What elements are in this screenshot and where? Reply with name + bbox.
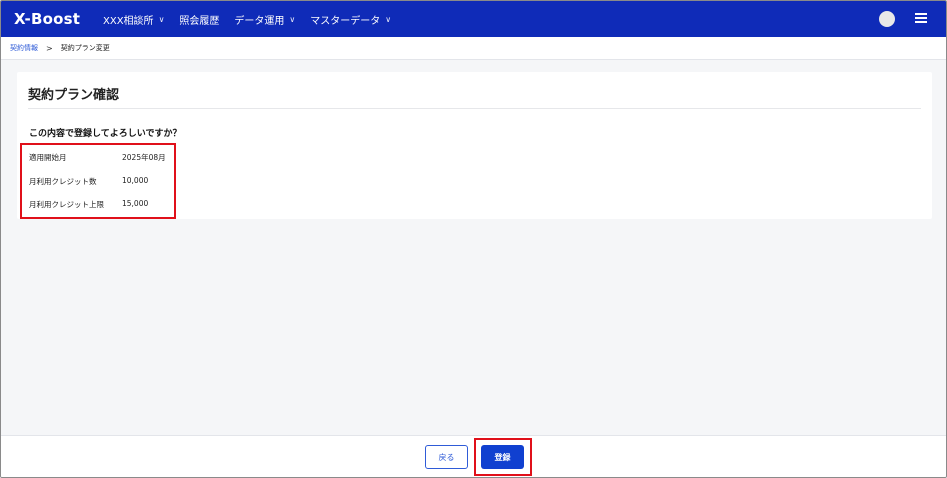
nav-item-consultation[interactable]: XXX相談所 ∨ bbox=[103, 12, 164, 27]
back-button[interactable]: 戻る bbox=[425, 445, 468, 469]
chevron-down-icon: ∨ bbox=[385, 14, 392, 24]
highlight-box-details bbox=[20, 143, 176, 219]
breadcrumb-separator-icon: > bbox=[46, 43, 53, 53]
nav-item-master-data[interactable]: マスターデータ ∨ bbox=[310, 12, 391, 27]
user-avatar[interactable] bbox=[879, 11, 895, 27]
breadcrumb-link-contract-info[interactable]: 契約情報 bbox=[10, 43, 38, 53]
plan-confirmation-card: 契約プラン確認 この内容で登録してよろしいですか？ 適用開始月 2025年08月… bbox=[17, 72, 932, 219]
chevron-down-icon: ∨ bbox=[289, 14, 296, 24]
xboost-logo[interactable]: X-Boost bbox=[14, 10, 80, 28]
hamburger-menu-icon[interactable] bbox=[915, 13, 927, 23]
logo-text: X-Boost bbox=[14, 10, 81, 28]
breadcrumb: 契約情報 > 契約プラン変更 bbox=[1, 37, 946, 60]
breadcrumb-current: 契約プラン変更 bbox=[60, 44, 110, 52]
nav-label: データ運用 bbox=[234, 15, 285, 27]
nav-label: XXX相談所 bbox=[103, 15, 154, 27]
action-footer: 戻る 登録 bbox=[1, 435, 946, 477]
app-window: X-Boost XXX相談所 ∨ 照会履歴 データ運用 ∨ マスターデータ ∨ bbox=[0, 0, 947, 478]
page-title: 契約プラン確認 bbox=[28, 88, 120, 103]
chevron-down-icon: ∨ bbox=[158, 14, 165, 24]
nav-label: 照会履歴 bbox=[179, 15, 220, 27]
register-button[interactable]: 登録 bbox=[481, 445, 524, 469]
main-nav: XXX相談所 ∨ 照会履歴 データ運用 ∨ マスターデータ ∨ bbox=[103, 1, 406, 37]
nav-item-data-operation[interactable]: データ運用 ∨ bbox=[234, 12, 295, 27]
title-divider bbox=[28, 108, 921, 109]
nav-item-inquiry-history[interactable]: 照会履歴 bbox=[179, 12, 219, 27]
confirmation-question: この内容で登録してよろしいですか？ bbox=[29, 129, 182, 139]
top-navigation-bar: X-Boost XXX相談所 ∨ 照会履歴 データ運用 ∨ マスターデータ ∨ bbox=[1, 1, 946, 37]
nav-label: マスターデータ bbox=[310, 15, 381, 27]
